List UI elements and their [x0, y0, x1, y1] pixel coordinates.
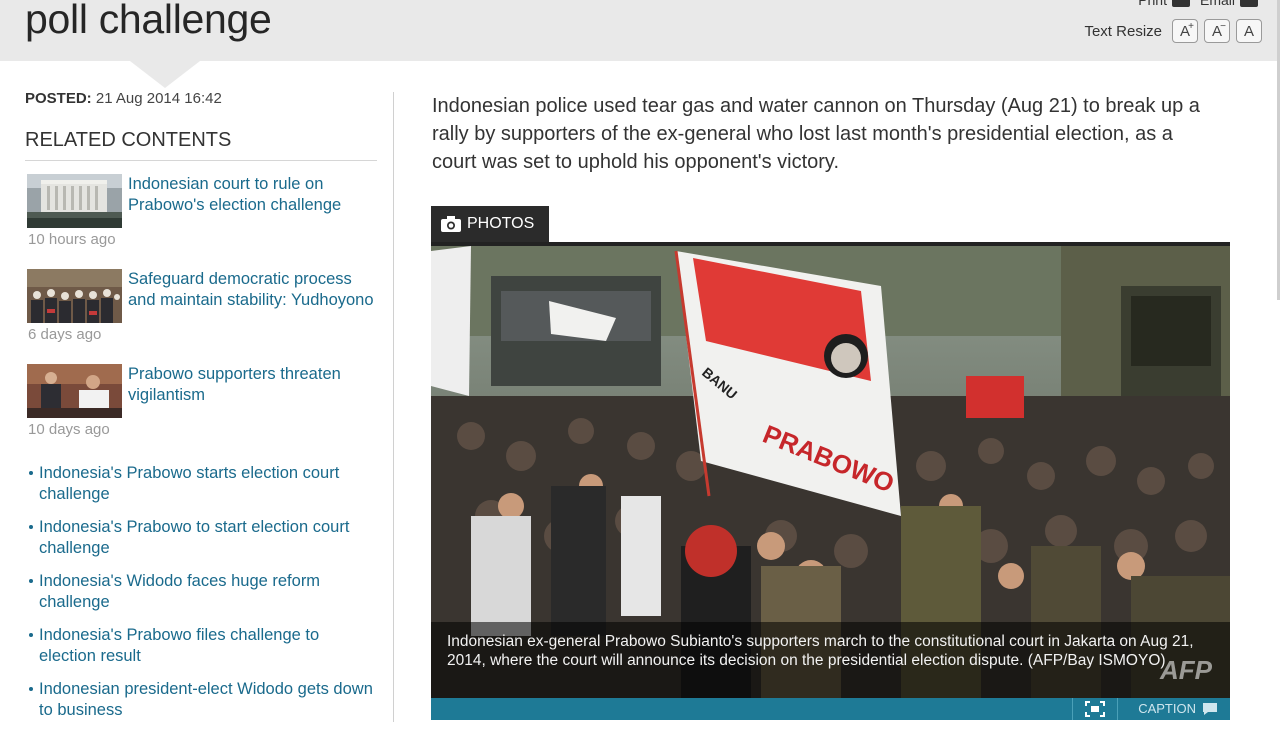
related-item[interactable]: Indonesian court to rule on Prabowo's el…	[25, 174, 377, 269]
bullet-icon	[29, 633, 33, 637]
bullet-icon	[29, 471, 33, 475]
caption-button[interactable]: CAPTION	[1138, 701, 1218, 716]
article-photo[interactable]: PRABOWO BANU Indonesian ex-general Prabo…	[431, 242, 1230, 698]
text-resize-controls: Text Resize A + A − A	[1084, 19, 1262, 43]
plus-icon: +	[1188, 21, 1194, 32]
sidebar: POSTED: 21 Aug 2014 16:42 RELATED CONTEN…	[25, 90, 377, 733]
printer-icon	[1171, 0, 1190, 7]
text-resize-label: Text Resize	[1084, 22, 1162, 40]
caption-button-label: CAPTION	[1138, 701, 1196, 716]
camera-icon	[441, 216, 461, 232]
speech-bubble-icon	[1203, 702, 1217, 715]
posted-date: POSTED: 21 Aug 2014 16:42	[25, 90, 222, 107]
related-links-list: Indonesia's Prabowo starts election cour…	[25, 463, 377, 721]
related-thumbnail[interactable]	[27, 269, 122, 323]
column-divider	[393, 92, 394, 722]
header-pointer	[130, 61, 200, 88]
list-item[interactable]: Indonesia's Prabowo to start election co…	[25, 517, 375, 559]
email-link[interactable]: Email	[1200, 0, 1258, 8]
bullet-icon	[29, 687, 33, 691]
print-label: Print	[1138, 0, 1167, 8]
fullscreen-button[interactable]	[1072, 698, 1118, 720]
list-item[interactable]: Indonesian president-elect Widodo gets d…	[25, 679, 375, 721]
page-title: poll challenge	[25, 0, 272, 42]
related-item-time: 6 days ago	[28, 326, 102, 343]
related-item[interactable]: Prabowo supporters threaten vigilantism …	[25, 364, 377, 459]
related-item-time: 10 hours ago	[28, 231, 116, 248]
list-item[interactable]: Indonesia's Widodo faces huge reform cha…	[25, 571, 375, 613]
top-links: Print Email	[1138, 0, 1258, 8]
text-reset-button[interactable]: A	[1236, 19, 1262, 43]
photos-tab[interactable]: PHOTOS	[431, 206, 549, 242]
page-header: poll challenge Print Email Text Resize A…	[0, 0, 1280, 61]
article-lead: Indonesian police used tear gas and wate…	[432, 95, 1200, 173]
list-item[interactable]: Indonesia's Prabowo starts election cour…	[25, 463, 375, 505]
afp-watermark: AFP	[1160, 655, 1212, 685]
minus-icon: −	[1220, 21, 1226, 32]
related-thumbnail[interactable]	[27, 174, 122, 228]
bullet-icon	[29, 525, 33, 529]
expand-icon	[1085, 701, 1105, 717]
text-increase-button[interactable]: A +	[1172, 19, 1198, 43]
list-item[interactable]: Indonesia's Prabowo files challenge to e…	[25, 625, 375, 667]
related-item-title[interactable]: Indonesian court to rule on Prabowo's el…	[128, 174, 378, 215]
related-item-title[interactable]: Safeguard democratic process and maintai…	[128, 269, 378, 310]
bullet-icon	[29, 579, 33, 583]
related-item[interactable]: Safeguard democratic process and maintai…	[25, 269, 377, 364]
photo-caption: Indonesian ex-general Prabowo Subianto's…	[431, 622, 1230, 698]
related-item-time: 10 days ago	[28, 421, 110, 438]
email-label: Email	[1199, 0, 1235, 8]
photo-toolbar: CAPTION	[431, 698, 1230, 720]
print-link[interactable]: Print	[1138, 0, 1190, 8]
text-decrease-button[interactable]: A −	[1204, 19, 1230, 43]
photos-tab-label: PHOTOS	[467, 215, 535, 232]
related-contents-heading: RELATED CONTENTS	[25, 129, 377, 161]
related-thumbnail[interactable]	[27, 364, 122, 418]
related-item-title[interactable]: Prabowo supporters threaten vigilantism	[128, 364, 378, 405]
envelope-icon	[1240, 0, 1258, 7]
